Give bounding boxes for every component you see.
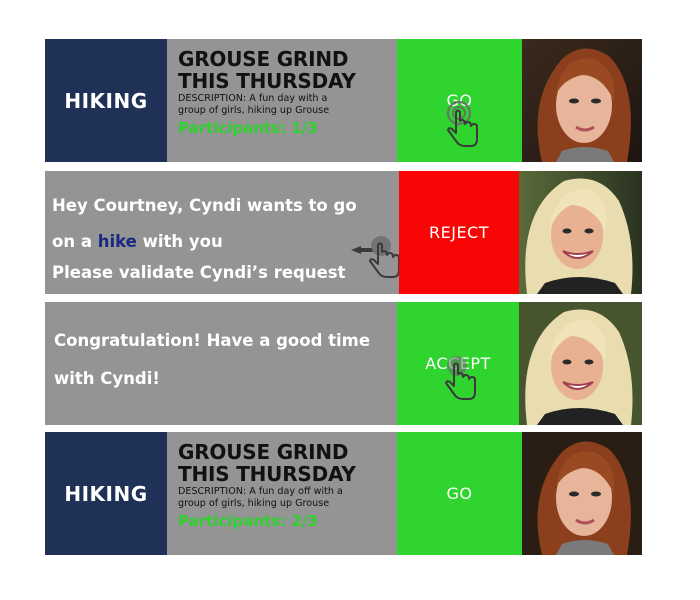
event-card-1: HIKING GROUSE GRIND THIS THURSDAY DESCRI… [45, 39, 642, 162]
hand-tap-icon [439, 354, 479, 402]
swipe-left-hand-icon [347, 232, 405, 280]
profile-photo [519, 302, 642, 425]
event-description: DESCRIPTION: A fun day off with a group … [178, 486, 343, 509]
participants-count: Participants: 1/3 [178, 119, 318, 137]
go-button[interactable]: GO [397, 432, 522, 555]
profile-photo [522, 432, 642, 555]
request-message-suffix: with you [136, 232, 223, 251]
category-badge: HIKING [45, 39, 167, 162]
request-message-line3: Please validate Cyndi’s request [52, 263, 346, 282]
event-card-2: HIKING GROUSE GRIND THIS THURSDAY DESCRI… [45, 432, 642, 555]
confirmation-message-line2: with Cyndi! [54, 369, 160, 388]
request-card: Hey Courtney, Cyndi wants to go on a hik… [45, 171, 642, 294]
event-description: DESCRIPTION: A fun day with a group of g… [178, 93, 330, 116]
confirmation-message-line1: Congratulation! Have a good time [54, 331, 371, 350]
event-title: GROUSE GRIND THIS THURSDAY [178, 440, 356, 486]
category-badge: HIKING [45, 432, 167, 555]
profile-photo [519, 171, 642, 294]
reject-button-label: REJECT [429, 223, 489, 242]
participants-count: Participants: 2/3 [178, 512, 318, 530]
request-message-line1: Hey Courtney, Cyndi wants to go [52, 196, 357, 215]
event-title: GROUSE GRIND THIS THURSDAY [178, 47, 356, 93]
event-info: GROUSE GRIND THIS THURSDAY DESCRIPTION: … [178, 48, 396, 137]
activity-highlight: hike [97, 232, 137, 251]
request-message-prefix: on a [52, 232, 98, 251]
reject-button[interactable]: REJECT [399, 171, 519, 294]
event-info: GROUSE GRIND THIS THURSDAY DESCRIPTION: … [178, 441, 396, 530]
profile-photo [522, 39, 642, 162]
confirmation-card: Congratulation! Have a good time with Cy… [45, 302, 642, 425]
hand-tap-icon [441, 100, 481, 149]
go-button-label: GO [446, 484, 473, 503]
